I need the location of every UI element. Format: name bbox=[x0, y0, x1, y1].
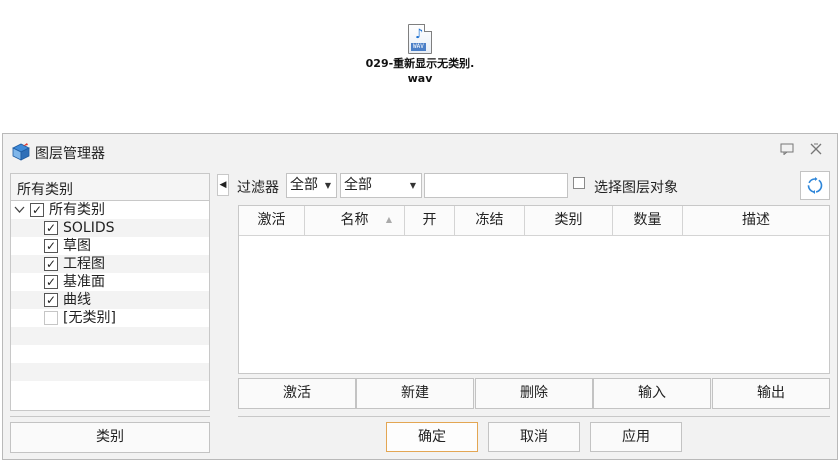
ok-button[interactable]: 确定 bbox=[386, 422, 478, 452]
divider bbox=[238, 416, 830, 417]
new-button[interactable]: 新建 bbox=[356, 378, 474, 409]
collapse-panel-button[interactable]: ◀ bbox=[217, 174, 229, 196]
select-layer-objects-label: 选择图层对象 bbox=[594, 180, 678, 196]
apply-button[interactable]: 应用 bbox=[590, 422, 682, 452]
column-header-label: 名称 bbox=[340, 212, 369, 228]
filter-combo-2[interactable]: 全部 ▼ bbox=[340, 173, 422, 198]
activate-button[interactable]: 激活 bbox=[238, 378, 356, 409]
tree-empty-row bbox=[11, 327, 209, 345]
select-layer-objects-checkbox[interactable] bbox=[573, 177, 585, 189]
delete-button[interactable]: 删除 bbox=[475, 378, 593, 409]
checkbox-datum-plane[interactable]: ✓ bbox=[44, 275, 58, 289]
export-button[interactable]: 输出 bbox=[712, 378, 830, 409]
tree-empty-row bbox=[11, 345, 209, 363]
tree-item-all[interactable]: ✓ 所有类别 bbox=[11, 201, 209, 219]
layer-manager-dialog: 图层管理器 所有类别 ✓ 所有类别 ✓ SOLIDS ✓ 草图 ✓ 工程图 ✓ … bbox=[2, 133, 838, 460]
tree-empty-row bbox=[11, 363, 209, 381]
import-button[interactable]: 输入 bbox=[593, 378, 711, 409]
column-header-active[interactable]: 激活 bbox=[239, 206, 305, 235]
tree-item-label: SOLIDS bbox=[63, 220, 115, 236]
category-button[interactable]: 类别 bbox=[10, 422, 210, 453]
divider bbox=[10, 416, 210, 417]
filter-search-input[interactable] bbox=[424, 173, 568, 198]
chat-icon[interactable] bbox=[779, 143, 795, 159]
tree-item-label: 基准面 bbox=[63, 274, 105, 290]
checkbox-drawing[interactable]: ✓ bbox=[44, 257, 58, 271]
cancel-button[interactable]: 取消 bbox=[488, 422, 580, 452]
column-header-on[interactable]: 开 bbox=[405, 206, 455, 235]
column-header-category[interactable]: 类别 bbox=[525, 206, 613, 235]
refresh-icon bbox=[807, 177, 823, 194]
checkbox-all[interactable]: ✓ bbox=[30, 203, 44, 217]
checkbox-sketch[interactable]: ✓ bbox=[44, 239, 58, 253]
file-badge: WAV bbox=[411, 43, 426, 51]
filter-combo-1-value: 全部 bbox=[290, 177, 318, 193]
chevron-down-icon[interactable] bbox=[14, 201, 25, 220]
titlebar: 图层管理器 bbox=[3, 134, 837, 170]
desktop-file[interactable]: ♪ WAV 029-重新显示无类别.wav bbox=[360, 24, 480, 86]
tree-item-curve[interactable]: ✓ 曲线 bbox=[11, 291, 209, 309]
layer-table[interactable]: 激活 名称 ▲ 开 冻结 类别 数量 描述 bbox=[238, 205, 830, 374]
category-panel-header: 所有类别 bbox=[10, 173, 210, 201]
dialog-title: 图层管理器 bbox=[35, 146, 105, 162]
category-tree: ✓ 所有类别 ✓ SOLIDS ✓ 草图 ✓ 工程图 ✓ 基准面 ✓ 曲线 [无… bbox=[10, 201, 210, 411]
desktop-file-name: 029-重新显示无类别.wav bbox=[365, 57, 475, 85]
checkbox-curve[interactable]: ✓ bbox=[44, 293, 58, 307]
column-header-count[interactable]: 数量 bbox=[613, 206, 683, 235]
checkbox-solids[interactable]: ✓ bbox=[44, 221, 58, 235]
column-header-name[interactable]: 名称 ▲ bbox=[305, 206, 405, 235]
column-header-description[interactable]: 描述 bbox=[683, 206, 829, 235]
tree-empty-row bbox=[11, 381, 209, 399]
sort-up-icon: ▲ bbox=[385, 215, 392, 224]
refresh-button[interactable] bbox=[800, 171, 830, 200]
column-header-frozen[interactable]: 冻结 bbox=[455, 206, 525, 235]
tree-item-label: 工程图 bbox=[63, 256, 105, 272]
filter-label: 过滤器 bbox=[237, 180, 279, 196]
chevron-down-icon: ▼ bbox=[324, 181, 331, 190]
tree-item-label: 草图 bbox=[63, 238, 91, 254]
tree-item-uncategorized[interactable]: [无类别] bbox=[11, 309, 209, 327]
filter-combo-1[interactable]: 全部 ▼ bbox=[286, 173, 337, 198]
tree-item-solids[interactable]: ✓ SOLIDS bbox=[11, 219, 209, 237]
checkbox-uncategorized[interactable] bbox=[44, 311, 58, 325]
tree-item-label: [无类别] bbox=[63, 310, 116, 326]
tree-item-label: 曲线 bbox=[63, 292, 91, 308]
tree-item-sketch[interactable]: ✓ 草图 bbox=[11, 237, 209, 255]
layers-app-icon bbox=[12, 143, 30, 161]
chevron-down-icon: ▼ bbox=[409, 181, 416, 190]
tree-item-datum-plane[interactable]: ✓ 基准面 bbox=[11, 273, 209, 291]
tree-item-drawing[interactable]: ✓ 工程图 bbox=[11, 255, 209, 273]
filter-combo-2-value: 全部 bbox=[344, 177, 372, 193]
wav-audio-file-icon: ♪ WAV bbox=[408, 24, 432, 54]
table-header: 激活 名称 ▲ 开 冻结 类别 数量 描述 bbox=[239, 206, 829, 236]
close-icon[interactable] bbox=[808, 143, 824, 159]
tree-item-label: 所有类别 bbox=[49, 202, 105, 218]
